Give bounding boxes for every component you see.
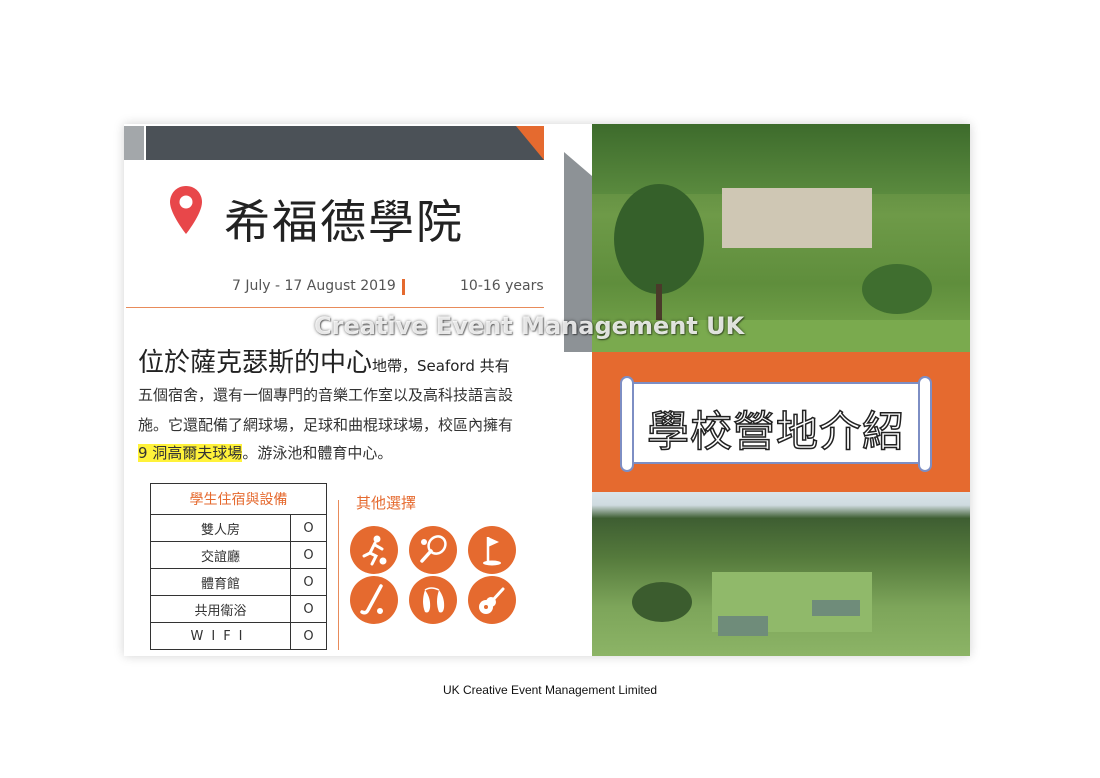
banner-scroll: 學校營地介紹 — [620, 376, 932, 472]
tree — [632, 582, 692, 622]
description-lead-large: 位於薩克瑟斯的中心 — [138, 348, 373, 378]
other-options-title: 其他選擇 — [356, 494, 417, 512]
description-lead-small: 地帶，Seaford 共有 — [372, 357, 510, 375]
options-divider — [338, 500, 339, 650]
school-title: 希福德學院 — [224, 195, 464, 249]
age-range: 10-16 years — [460, 278, 544, 294]
guitar-icon — [468, 576, 516, 624]
facility-name: 體育館 — [150, 568, 291, 596]
info-panel: 希福德學院 7 July - 17 August 2019 10-16 year… — [124, 124, 572, 656]
description-line-rest: 。游泳池和體育中心。 — [242, 444, 393, 462]
dates-divider — [402, 279, 405, 295]
table-row: WIFI O — [150, 622, 327, 650]
football-icon — [350, 526, 398, 574]
facility-mark: O — [290, 514, 327, 542]
campus-building — [722, 188, 872, 248]
facility-name: 共用衛浴 — [150, 595, 291, 623]
table-row: 體育館 O — [150, 568, 327, 596]
brochure-card: 希福德學院 7 July - 17 August 2019 10-16 year… — [124, 124, 970, 656]
golf-icon — [468, 526, 516, 574]
facility-mark: O — [290, 541, 327, 569]
tree — [614, 184, 704, 294]
facility-name: WIFI — [150, 622, 291, 650]
footer-company: UK Creative Event Management Limited — [442, 683, 658, 697]
table-row: 交誼廳 O — [150, 541, 327, 569]
facilities-table: 學生住宿與設備 雙人房 O 交誼廳 O 體育館 O 共用衛浴 O WIFI O — [150, 483, 327, 650]
tennis-court — [812, 600, 860, 616]
facilities-header: 學生住宿與設備 — [150, 483, 327, 515]
facility-mark: O — [290, 568, 327, 596]
facility-mark: O — [290, 622, 327, 650]
section-divider — [126, 307, 544, 308]
ballet-icon — [409, 576, 457, 624]
camp-dates: 7 July - 17 August 2019 — [232, 278, 396, 294]
description-line: 9 洞高爾夫球場。游泳池和體育中心。 — [138, 442, 392, 463]
facility-name: 雙人房 — [150, 514, 291, 542]
facility-name: 交誼廳 — [150, 541, 291, 569]
location-pin-icon — [170, 186, 202, 234]
facility-mark: O — [290, 595, 327, 623]
treeline — [592, 124, 970, 194]
description-line: 施。它還配備了網球場，足球和曲棍球球場，校區內擁有 — [138, 416, 514, 434]
tennis-court — [718, 616, 768, 636]
table-row: 雙人房 O — [150, 514, 327, 542]
header-bar-light — [124, 126, 144, 160]
table-row: 共用衛浴 O — [150, 595, 327, 623]
header-bar — [146, 126, 544, 160]
watermark: Creative Event Management UK — [314, 312, 745, 340]
description-line: 五個宿舍，還有一個專門的音樂工作室以及高科技語言設 — [138, 386, 514, 404]
description-lead: 位於薩克瑟斯的中心地帶，Seaford 共有 — [138, 342, 510, 379]
campus-photo-aerial — [592, 492, 970, 656]
banner-title: 學校營地介紹 — [646, 406, 905, 457]
tree — [862, 264, 932, 314]
hockey-icon — [350, 576, 398, 624]
golf-course-highlight: 9 洞高爾夫球場 — [138, 444, 243, 462]
tennis-icon — [409, 526, 457, 574]
